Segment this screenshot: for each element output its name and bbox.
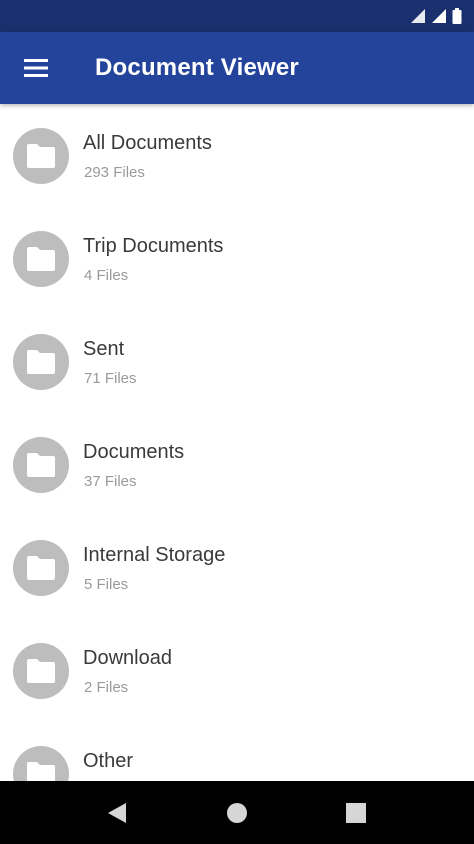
folder-avatar [13, 643, 69, 699]
folder-file-count: 5 Files [84, 576, 129, 593]
menu-button[interactable] [14, 46, 58, 90]
hamburger-menu-icon [24, 59, 48, 77]
folder-avatar [13, 746, 69, 781]
page-title: Document Viewer [95, 54, 299, 81]
folder-item-documents[interactable]: Documents 37 Files [0, 413, 474, 516]
folder-avatar [13, 231, 69, 287]
home-button[interactable] [223, 799, 251, 827]
folder-icon [27, 659, 55, 683]
back-triangle-icon [108, 803, 126, 823]
folder-avatar [13, 540, 69, 596]
folder-item-download[interactable]: Download 2 Files [0, 619, 474, 722]
folder-name: Trip Documents [83, 235, 224, 257]
folder-item-sent[interactable]: Sent 71 Files [0, 310, 474, 413]
app-bar: Document Viewer [0, 32, 474, 104]
folder-icon [27, 350, 55, 374]
folder-name: Internal Storage [83, 544, 226, 566]
folder-item-other[interactable]: Other [0, 722, 474, 781]
folder-file-count: 4 Files [84, 267, 129, 284]
battery-icon [452, 8, 462, 24]
folder-name: Documents [83, 441, 185, 463]
folder-icon [27, 762, 55, 781]
folder-icon [27, 247, 55, 271]
folder-file-count: 71 Files [84, 370, 137, 387]
recents-square-icon [346, 803, 366, 823]
back-button[interactable] [103, 799, 131, 827]
folder-file-count: 2 Files [84, 679, 129, 696]
folder-name: Sent [83, 338, 125, 360]
status-icons [410, 8, 462, 24]
screen: Document Viewer All Documents 293 Files … [0, 0, 474, 844]
folder-avatar [13, 334, 69, 390]
folder-item-all-documents[interactable]: All Documents 293 Files [0, 104, 474, 207]
folder-icon [27, 453, 55, 477]
folder-avatar [13, 128, 69, 184]
folder-name: Download [83, 647, 172, 669]
cell-signal-icon [432, 9, 446, 23]
folder-file-count: 293 Files [84, 164, 145, 181]
folder-name: All Documents [83, 132, 212, 154]
folder-name: Other [83, 750, 134, 772]
folder-item-internal-storage[interactable]: Internal Storage 5 Files [0, 516, 474, 619]
home-circle-icon [227, 803, 247, 823]
folder-avatar [13, 437, 69, 493]
folder-file-count: 37 Files [84, 473, 137, 490]
folder-icon [27, 556, 55, 580]
folder-list: All Documents 293 Files Trip Documents 4… [0, 104, 474, 781]
folder-icon [27, 144, 55, 168]
status-bar [0, 0, 474, 32]
navigation-bar [0, 781, 474, 844]
recents-button[interactable] [342, 799, 370, 827]
wifi-signal-icon [411, 9, 425, 23]
folder-item-trip-documents[interactable]: Trip Documents 4 Files [0, 207, 474, 310]
